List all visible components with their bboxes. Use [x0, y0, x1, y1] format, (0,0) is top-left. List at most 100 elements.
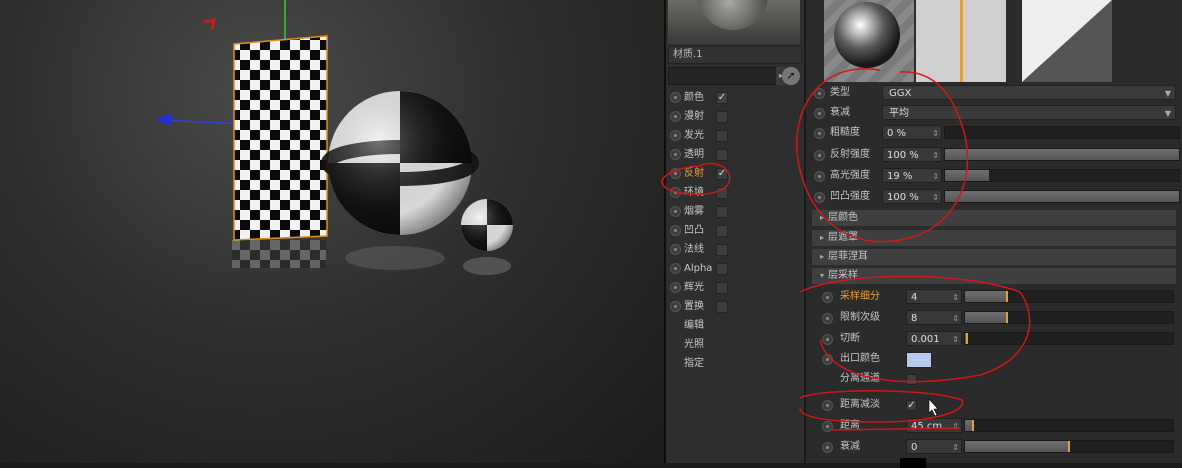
radio-icon[interactable] — [814, 88, 825, 99]
channel-checkbox[interactable] — [716, 206, 728, 218]
radio-icon[interactable] — [670, 225, 681, 236]
channel-checkbox[interactable] — [716, 111, 728, 123]
channel-row-reflection[interactable]: 反射 ✓ — [666, 164, 804, 183]
channel-row-normal[interactable]: 法线 — [666, 240, 804, 259]
channel-row-illumination[interactable]: 光照 — [666, 335, 804, 354]
gradient-preview[interactable] — [1022, 0, 1112, 82]
bump-strength-row: 凹凸强度 100 % ⇕ — [812, 187, 1182, 207]
radio-icon[interactable] — [822, 442, 833, 453]
spinner-icon: ⇕ — [952, 335, 959, 344]
pointer-icon[interactable]: ➚ — [782, 67, 800, 85]
cutoff-slider[interactable] — [964, 332, 1174, 345]
reflect-strength-row: 反射强度 100 % ⇕ — [812, 145, 1182, 165]
roughness-field[interactable]: 0 % ⇕ — [882, 125, 942, 140]
channel-row-color[interactable]: 颜色 ✓ — [666, 88, 804, 107]
radio-icon[interactable] — [822, 313, 833, 324]
radio-icon[interactable] — [822, 400, 833, 411]
spinner-icon: ⇕ — [952, 293, 959, 302]
spinner-icon: ⇕ — [932, 151, 939, 160]
radio-icon[interactable] — [670, 149, 681, 160]
channel-checkbox[interactable] — [716, 263, 728, 275]
distance-slider[interactable] — [964, 419, 1174, 432]
radio-icon[interactable] — [670, 282, 681, 293]
cutoff-field[interactable]: 0.001 ⇕ — [906, 331, 962, 346]
radio-icon[interactable] — [814, 128, 825, 139]
specular-strength-field[interactable]: 19 % ⇕ — [882, 168, 942, 183]
channel-checkbox[interactable]: ✓ — [716, 168, 728, 180]
radio-icon[interactable] — [670, 187, 681, 198]
channel-checkbox[interactable] — [716, 244, 728, 256]
channel-checkbox[interactable] — [716, 149, 728, 161]
radio-icon[interactable] — [670, 263, 681, 274]
distance-row: 距离 45 cm ⇕ — [812, 416, 1182, 436]
channel-row-luminance[interactable]: 发光 — [666, 126, 804, 145]
radio-icon[interactable] — [822, 292, 833, 303]
channel-checkbox[interactable] — [716, 130, 728, 142]
radio-icon[interactable] — [670, 111, 681, 122]
distance-dim-checkbox[interactable]: ✓ — [906, 400, 917, 411]
channel-panel: 材质.1 ▸ ➚ 颜色 ✓ 漫射 发光 透明 反射 ✓ 环境 烟雾 凹凸 法线 Al… — [666, 0, 804, 463]
limit-level-slider[interactable] — [964, 311, 1174, 324]
distance-field[interactable]: 45 cm ⇕ — [906, 418, 962, 433]
radio-icon[interactable] — [814, 171, 825, 182]
reflect-strength-slider[interactable] — [944, 148, 1180, 161]
separate-pass-checkbox[interactable] — [906, 374, 917, 385]
material-preview[interactable] — [668, 0, 800, 44]
radio-icon[interactable] — [814, 150, 825, 161]
channel-row-diffuse[interactable]: 漫射 — [666, 107, 804, 126]
radio-icon[interactable] — [670, 244, 681, 255]
channel-checkbox[interactable] — [716, 301, 728, 313]
color-swatch[interactable] — [900, 458, 926, 468]
sample-subdiv-field[interactable]: 4 ⇕ — [906, 289, 962, 304]
falloff-preview[interactable] — [916, 0, 1006, 82]
limit-level-field[interactable]: 8 ⇕ — [906, 310, 962, 325]
bump-strength-slider[interactable] — [944, 190, 1180, 203]
layer-mask-section[interactable]: ▸ 层遮罩 — [812, 230, 1176, 246]
radio-icon[interactable] — [822, 354, 833, 365]
sample-subdiv-slider[interactable] — [964, 290, 1174, 303]
channel-row-editor[interactable]: 编辑 — [666, 316, 804, 335]
channel-checkbox[interactable]: ✓ — [716, 92, 728, 104]
radio-icon[interactable] — [822, 334, 833, 345]
channel-search-field[interactable] — [668, 67, 780, 85]
channel-row-assignment[interactable]: 指定 — [666, 354, 804, 373]
exit-color-swatch[interactable] — [906, 352, 932, 368]
channel-checkbox[interactable] — [716, 225, 728, 237]
viewport[interactable] — [0, 0, 664, 463]
layer-fresnel-section[interactable]: ▸ 层菲涅耳 — [812, 249, 1176, 265]
channel-checkbox[interactable] — [716, 282, 728, 294]
radio-icon[interactable] — [670, 92, 681, 103]
radio-icon[interactable] — [670, 206, 681, 217]
channel-row-environment[interactable]: 环境 — [666, 183, 804, 202]
channel-row-alpha[interactable]: Alpha — [666, 259, 804, 278]
reflection-ball-preview[interactable] — [824, 0, 914, 82]
limit-level-row: 限制次级 8 ⇕ — [812, 308, 1182, 328]
layer-sampling-section[interactable]: ▾ 层采样 — [812, 268, 1176, 284]
material-name[interactable]: 材质.1 — [668, 46, 802, 64]
cutoff-row: 切断 0.001 ⇕ — [812, 329, 1182, 349]
radio-icon[interactable] — [670, 301, 681, 312]
radio-icon[interactable] — [814, 108, 825, 119]
layer-color-section[interactable]: ▸ 层颜色 — [812, 210, 1176, 226]
roughness-slider[interactable] — [944, 126, 1180, 139]
separate-pass-row: 分离通道 — [812, 369, 1182, 389]
specular-strength-slider[interactable] — [944, 169, 1180, 182]
falloff-dropdown[interactable]: 平均 ▼ — [882, 105, 1176, 120]
radio-icon[interactable] — [670, 130, 681, 141]
radio-icon[interactable] — [670, 168, 681, 179]
type-dropdown[interactable]: GGX ▼ — [882, 85, 1176, 100]
channel-row-displacement[interactable]: 置换 — [666, 297, 804, 316]
attributes-panel: 类型 GGX ▼ 衰减 平均 ▼ 粗糙度 0 % ⇕ 反射强度 100 % ⇕ 高光强度… — [806, 0, 1182, 468]
bump-strength-field[interactable]: 100 % ⇕ — [882, 189, 942, 204]
channel-row-glow[interactable]: 辉光 — [666, 278, 804, 297]
reflect-strength-field[interactable]: 100 % ⇕ — [882, 147, 942, 162]
radio-icon[interactable] — [822, 421, 833, 432]
dim-falloff-field[interactable]: 0 ⇕ — [906, 439, 962, 454]
channel-checkbox[interactable] — [716, 187, 728, 199]
dim-falloff-slider[interactable] — [964, 440, 1174, 453]
channel-row-bump[interactable]: 凹凸 — [666, 221, 804, 240]
channel-row-transparency[interactable]: 透明 — [666, 145, 804, 164]
specular-strength-row: 高光强度 19 % ⇕ — [812, 166, 1182, 186]
channel-row-fog[interactable]: 烟雾 — [666, 202, 804, 221]
radio-icon[interactable] — [814, 192, 825, 203]
